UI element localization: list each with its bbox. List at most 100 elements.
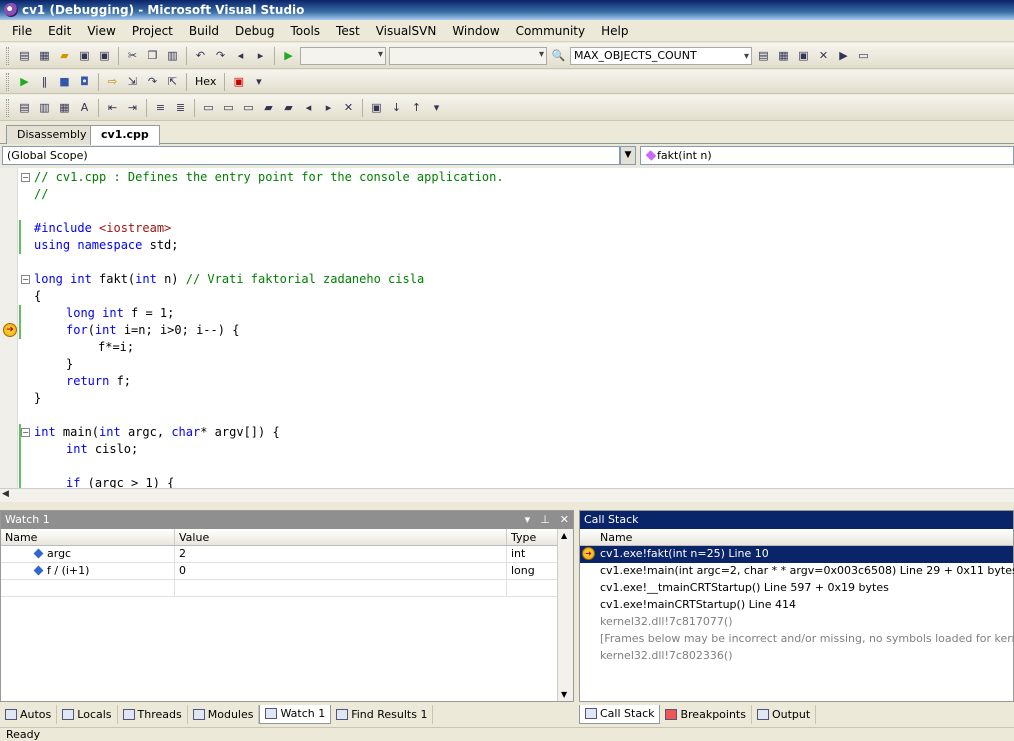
tab-threads[interactable]: Threads <box>118 704 188 724</box>
previous-bookmark-icon[interactable]: ▭ <box>220 99 237 116</box>
clear-bookmarks-icon[interactable]: ✕ <box>340 99 357 116</box>
toggle-bookmark-icon[interactable]: ▭ <box>200 99 217 116</box>
outline-collapse-icon[interactable]: − <box>21 275 30 284</box>
break-all-icon[interactable]: ‖ <box>36 73 53 90</box>
new-project-icon[interactable]: ▤ <box>16 47 33 64</box>
menu-help[interactable]: Help <box>593 24 636 38</box>
start-debugging-icon[interactable]: ▶ <box>280 47 297 64</box>
call-stack-frame[interactable]: [Frames below may be incorrect and/or mi… <box>580 631 1014 648</box>
editor-horizontal-scrollbar[interactable]: ◀ <box>0 488 1014 502</box>
menu-build[interactable]: Build <box>181 24 227 38</box>
menu-tools[interactable]: Tools <box>282 24 328 38</box>
menu-window[interactable]: Window <box>444 24 507 38</box>
tab-cv1-cpp[interactable]: cv1.cpp <box>90 125 160 145</box>
object-browser-icon[interactable]: ▣ <box>795 47 812 64</box>
toolbar-overflow-icon[interactable]: ▾ <box>250 73 267 90</box>
scroll-left-icon[interactable]: ◀ <box>2 489 9 499</box>
menu-test[interactable]: Test <box>328 24 368 38</box>
save-icon[interactable]: ▣ <box>76 47 93 64</box>
menu-edit[interactable]: Edit <box>40 24 79 38</box>
menu-visualsvn[interactable]: VisualSVN <box>368 24 445 38</box>
next-bookmark-icon[interactable]: ▭ <box>240 99 257 116</box>
code-editor[interactable]: − − − ➜ // cv1.cpp : Defines the entry p… <box>0 168 1014 488</box>
call-stack-frame[interactable]: cv1.exe!mainCRTStartup() Line 414 <box>580 597 1013 614</box>
find-in-files-icon[interactable]: 🔍 <box>550 47 567 64</box>
column-header-name[interactable]: Name <box>1 529 175 545</box>
navigate-forward-icon[interactable]: ▸ <box>252 47 269 64</box>
outline-collapse-icon[interactable]: − <box>21 428 30 437</box>
complete-word-icon[interactable]: A <box>76 99 93 116</box>
hex-button[interactable]: Hex <box>192 75 219 88</box>
call-stack-frame[interactable]: kernel32.dll!7c817077() <box>580 614 1013 631</box>
table-row[interactable]: f / (i+1) 0 long <box>1 562 557 580</box>
next-bookmark-folder-icon[interactable]: ▰ <box>280 99 297 116</box>
navigate-back-icon[interactable]: ◂ <box>232 47 249 64</box>
increase-indent-icon[interactable]: ⇥ <box>124 99 141 116</box>
properties-icon[interactable]: ▦ <box>775 47 792 64</box>
move-up-icon[interactable]: ↑ <box>408 99 425 116</box>
previous-bookmark-doc-icon[interactable]: ◂ <box>300 99 317 116</box>
tab-modules[interactable]: Modules <box>188 704 260 724</box>
tab-call-stack[interactable]: Call Stack <box>579 704 661 724</box>
open-file-icon[interactable]: ▰ <box>56 47 73 64</box>
call-stack-frame[interactable]: cv1.exe!__tmainCRTStartup() Line 597 + 0… <box>580 580 1013 597</box>
breakpoints-window-icon[interactable]: ▣ <box>230 73 247 90</box>
bookmark-window-icon[interactable]: ▣ <box>368 99 385 116</box>
call-stack-frame[interactable]: ➜ cv1.exe!fakt(int n=25) Line 10 <box>580 546 1013 563</box>
add-item-icon[interactable]: ▦ <box>36 47 53 64</box>
display-member-list-icon[interactable]: ▤ <box>16 99 33 116</box>
paste-icon[interactable]: ▥ <box>164 47 181 64</box>
restart-icon[interactable]: ◘ <box>76 73 93 90</box>
command-window-icon[interactable]: ▭ <box>855 47 872 64</box>
menu-project[interactable]: Project <box>124 24 181 38</box>
toolbar-grip[interactable] <box>6 98 9 117</box>
column-header-name[interactable]: Name <box>580 529 1013 545</box>
next-bookmark-doc-icon[interactable]: ▸ <box>320 99 337 116</box>
call-stack-frame[interactable]: kernel32.dll!7c802336() <box>580 648 1013 665</box>
comment-lines-icon[interactable]: ≡ <box>152 99 169 116</box>
parameter-info-icon[interactable]: ▥ <box>36 99 53 116</box>
table-row[interactable]: argc 2 int <box>1 545 557 563</box>
window-position-icon[interactable]: ▾ <box>525 513 531 527</box>
toolbar-grip[interactable] <box>6 46 9 65</box>
uncomment-lines-icon[interactable]: ≣ <box>172 99 189 116</box>
watch-value[interactable]: 2 <box>175 545 507 563</box>
menu-view[interactable]: View <box>79 24 123 38</box>
column-header-type[interactable]: Type <box>507 529 557 545</box>
tab-disassembly[interactable]: Disassembly <box>6 125 98 144</box>
menu-community[interactable]: Community <box>508 24 593 38</box>
tab-locals[interactable]: Locals <box>57 704 118 724</box>
watch-value[interactable]: 0 <box>175 562 507 580</box>
outline-collapse-icon[interactable]: − <box>21 173 30 182</box>
show-next-statement-icon[interactable]: ⇨ <box>104 73 121 90</box>
table-row-empty[interactable] <box>1 579 557 597</box>
toolbox-icon[interactable]: ✕ <box>815 47 832 64</box>
redo-icon[interactable]: ↷ <box>212 47 229 64</box>
pin-icon[interactable]: ⊥ <box>540 513 550 527</box>
solution-config-dropdown[interactable] <box>300 46 386 65</box>
column-header-value[interactable]: Value <box>175 529 507 545</box>
step-over-icon[interactable]: ↷ <box>144 73 161 90</box>
tab-autos[interactable]: Autos <box>0 704 58 724</box>
toolbar-overflow-icon[interactable]: ▾ <box>428 99 445 116</box>
decrease-indent-icon[interactable]: ⇤ <box>104 99 121 116</box>
stop-debugging-icon[interactable]: ■ <box>56 73 73 90</box>
undo-icon[interactable]: ↶ <box>192 47 209 64</box>
step-out-icon[interactable]: ⇱ <box>164 73 181 90</box>
watch-vertical-scrollbar[interactable]: ▲ ▼ <box>557 529 573 701</box>
cut-icon[interactable]: ✂ <box>124 47 141 64</box>
tab-find-results-1[interactable]: Find Results 1 <box>331 704 434 724</box>
start-page-icon[interactable]: ▶ <box>835 47 852 64</box>
scope-dropdown[interactable]: (Global Scope) <box>2 146 620 165</box>
tab-breakpoints[interactable]: Breakpoints <box>660 704 752 724</box>
previous-bookmark-folder-icon[interactable]: ▰ <box>260 99 277 116</box>
solution-platform-dropdown[interactable] <box>389 46 547 65</box>
scroll-up-icon[interactable]: ▲ <box>561 531 567 540</box>
find-combo[interactable]: MAX_OBJECTS_COUNT <box>570 46 752 65</box>
toolbar-grip[interactable] <box>6 72 9 91</box>
member-dropdown[interactable]: fakt(int n) <box>640 146 1014 165</box>
chevron-down-icon[interactable]: ▼ <box>620 146 636 165</box>
copy-icon[interactable]: ❐ <box>144 47 161 64</box>
quick-info-icon[interactable]: ▦ <box>56 99 73 116</box>
close-icon[interactable]: ✕ <box>560 513 569 527</box>
